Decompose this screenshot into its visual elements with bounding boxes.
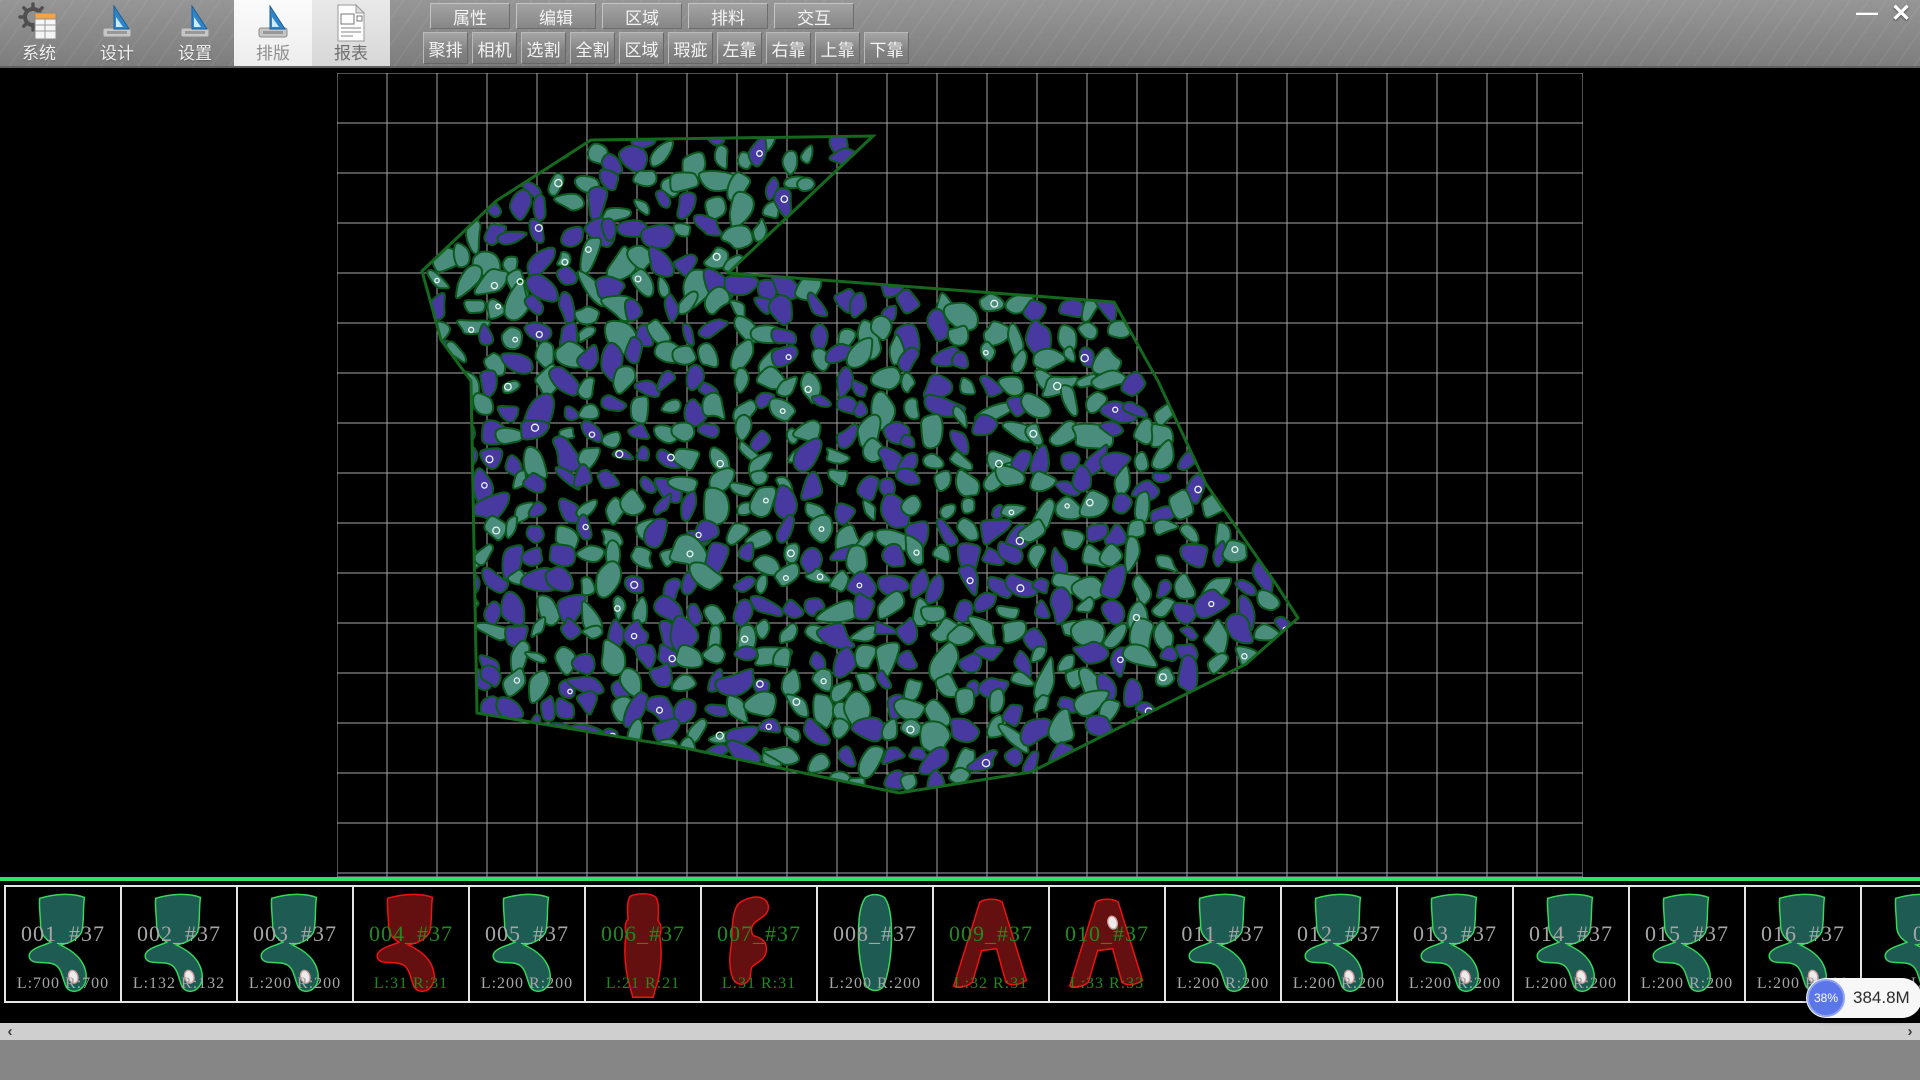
tool-button-7[interactable]: 左靠 (717, 32, 762, 64)
strip-divider-line (0, 877, 1920, 881)
part-lr-label: L:32 R:31 (934, 975, 1048, 993)
part-lr-label: L:200 R:200 (1630, 975, 1744, 993)
part-id-label: 002_#37 (122, 921, 236, 947)
part-lr-label: L:132 R:132 (122, 975, 236, 993)
part-id-label: 005_#37 (470, 921, 584, 947)
toolbar-button-label: 设置 (178, 45, 212, 63)
part-thumbnail-14[interactable]: 014_#37 L:200 R:200 (1512, 885, 1630, 1003)
part-thumbnail-15[interactable]: 015_#37 L:200 R:200 (1628, 885, 1746, 1003)
part-lr-label: L:21 R:21 (586, 975, 700, 993)
part-id-label: 009_#37 (934, 921, 1048, 947)
menu-item-2[interactable]: 编辑 (516, 3, 596, 29)
part-id-label: 004_#37 (354, 921, 468, 947)
application-window: 系统设计设置排版报表 属性编辑区域排料交互 聚排相机选割全割区域瑕疵左靠右靠上靠… (0, 0, 1920, 1080)
title-toolbar: 系统设计设置排版报表 属性编辑区域排料交互 聚排相机选割全割区域瑕疵左靠右靠上靠… (0, 0, 1920, 68)
toolbar-button-nesting[interactable]: 排版 (234, 0, 312, 66)
menu-item-3[interactable]: 区域 (602, 3, 682, 29)
menu-item-1[interactable]: 属性 (430, 3, 510, 29)
part-thumbnail-2[interactable]: 002_#37 L:132 R:132 (120, 885, 238, 1003)
toolbar-button-report[interactable]: 报表 (312, 0, 390, 66)
minimize-button[interactable]: — (1850, 0, 1884, 26)
part-id-label: 015_#37 (1630, 921, 1744, 947)
part-id-label: 010_#37 (1050, 921, 1164, 947)
memory-badge[interactable]: 38% 384.8M (1806, 978, 1920, 1018)
close-button[interactable]: ✕ (1884, 0, 1918, 26)
part-id-label: 016_#37 (1746, 921, 1860, 947)
toolbar-button-label: 排版 (256, 45, 290, 63)
part-thumbnail-11[interactable]: 011_#37 L:200 R:200 (1164, 885, 1282, 1003)
memory-value: 384.8M (1853, 988, 1910, 1008)
scroll-right-arrow-icon[interactable]: › (1902, 1023, 1918, 1040)
window-controls: — ✕ (1850, 0, 1918, 26)
part-thumbnail-5[interactable]: 005_#37 L:200 R:200 (468, 885, 586, 1003)
horizontal-scrollbar[interactable]: ‹ › (0, 1023, 1920, 1040)
part-thumbnail-6[interactable]: 006_#37 L:21 R:21 (584, 885, 702, 1003)
part-id-label: 012_#37 (1282, 921, 1396, 947)
ruler-icon (96, 2, 138, 44)
tool-button-8[interactable]: 右靠 (766, 32, 811, 64)
toolbar-button-label: 报表 (334, 45, 368, 63)
tool-button-9[interactable]: 上靠 (815, 32, 860, 64)
toolbar-button-settings[interactable]: 设置 (156, 0, 234, 66)
tool-button-10[interactable]: 下靠 (864, 32, 909, 64)
tool-row: 聚排相机选割全割区域瑕疵左靠右靠上靠下靠 (423, 32, 909, 64)
part-thumbnail-3[interactable]: 003_#37 L:200 R:200 (236, 885, 354, 1003)
part-id-label: 011_#37 (1166, 921, 1280, 947)
system-icon (18, 2, 60, 44)
scroll-left-arrow-icon[interactable]: ‹ (2, 1023, 18, 1040)
part-thumbnail-8[interactable]: 008_#37 L:200 R:200 (816, 885, 934, 1003)
part-id-label: 003_#37 (238, 921, 352, 947)
nesting-workspace (0, 68, 1920, 877)
percent-badge: 38% (1807, 979, 1845, 1017)
part-lr-label: L:200 R:200 (818, 975, 932, 993)
parts-strip: 001_#37L:700 R:700002_#37L:132 R:132003_… (0, 885, 1920, 1003)
part-lr-label: L:31 R:31 (354, 975, 468, 993)
part-lr-label: L:200 R:200 (1282, 975, 1396, 993)
part-lr-label: L:200 R:200 (470, 975, 584, 993)
part-lr-label: L:200 R:200 (238, 975, 352, 993)
bottom-status-bar (0, 1040, 1920, 1080)
main-toolbar: 系统 设计 设置 排版 报表 (0, 0, 390, 66)
ruler-icon (252, 2, 294, 44)
part-thumbnail-10[interactable]: 010_#37 L:33 R:33 (1048, 885, 1166, 1003)
menu-bar: 属性编辑区域排料交互 (430, 3, 854, 29)
tool-button-2[interactable]: 相机 (472, 32, 517, 64)
tool-button-5[interactable]: 区域 (619, 32, 664, 64)
tool-button-6[interactable]: 瑕疵 (668, 32, 713, 64)
part-thumbnail-4[interactable]: 004_#37 L:31 R:31 (352, 885, 470, 1003)
part-id-label: 013_#37 (1398, 921, 1512, 947)
report-icon (330, 2, 372, 44)
ruler-icon (174, 2, 216, 44)
toolbar-button-label: 系统 (22, 45, 56, 63)
part-lr-label: L:200 R:200 (1514, 975, 1628, 993)
part-lr-label: L:33 R:33 (1050, 975, 1164, 993)
part-id-label: 008_#37 (818, 921, 932, 947)
menu-item-5[interactable]: 交互 (774, 3, 854, 29)
part-thumbnail-1[interactable]: 001_#37 L:700 R:700 (4, 885, 122, 1003)
tool-button-1[interactable]: 聚排 (423, 32, 468, 64)
part-id-label: 007_#37 (702, 921, 816, 947)
part-thumbnail-12[interactable]: 012_#37 L:200 R:200 (1280, 885, 1398, 1003)
part-lr-label: L:700 R:700 (6, 975, 120, 993)
part-lr-label: L:200 R:200 (1398, 975, 1512, 993)
toolbar-button-design[interactable]: 设计 (78, 0, 156, 66)
nesting-canvas[interactable] (337, 73, 1583, 877)
part-id-label: 014_#37 (1514, 921, 1628, 947)
part-thumbnail-9[interactable]: 009_#37 L:32 R:31 (932, 885, 1050, 1003)
menu-item-4[interactable]: 排料 (688, 3, 768, 29)
part-thumbnail-7[interactable]: 007_#37 L:31 R:31 (700, 885, 818, 1003)
part-lr-label: L:31 R:31 (702, 975, 816, 993)
part-id-label: 006_#37 (586, 921, 700, 947)
part-id-label: 001_#37 (6, 921, 120, 947)
part-lr-label: L:200 R:200 (1166, 975, 1280, 993)
tool-button-3[interactable]: 选割 (521, 32, 566, 64)
tool-button-4[interactable]: 全割 (570, 32, 615, 64)
toolbar-button-label: 设计 (100, 45, 134, 63)
part-id-label: 0 (1862, 921, 1920, 947)
toolbar-button-system[interactable]: 系统 (0, 0, 78, 66)
part-thumbnail-13[interactable]: 013_#37 L:200 R:200 (1396, 885, 1514, 1003)
